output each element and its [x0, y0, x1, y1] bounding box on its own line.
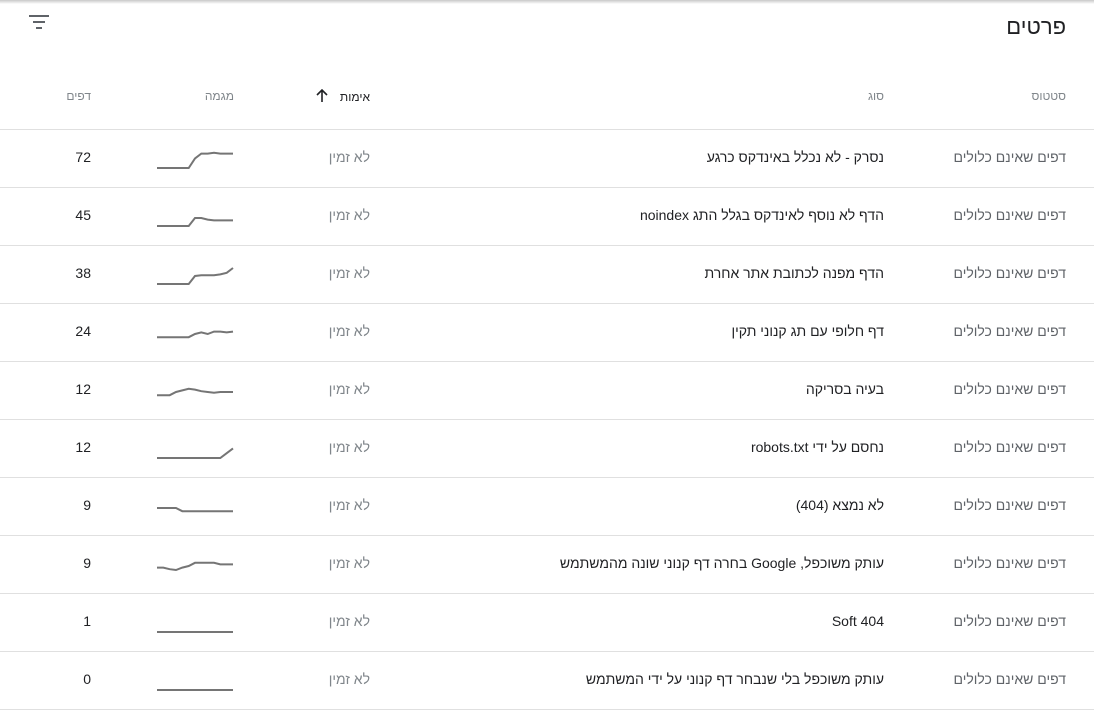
- row-type: עותק משוכפל, Google בחרה דף קנוני שונה מ…: [559, 555, 884, 571]
- arrow-up-icon: [315, 88, 329, 106]
- row-type: הדף מפנה לכתובת אתר אחרת: [704, 265, 885, 281]
- trend-sparkline: [157, 330, 234, 339]
- card-title: פרטים: [1006, 14, 1066, 39]
- row-type: לא נמצא (404): [795, 497, 884, 513]
- table-header: סטטוס סוג אימות מגמה דפים: [0, 64, 1094, 130]
- row-validation: לא זמין: [328, 555, 370, 571]
- row-status: דפים שאינם כלולים: [953, 555, 1067, 571]
- row-validation: לא זמין: [328, 265, 370, 281]
- row-pages: 24: [75, 323, 91, 339]
- trend-sparkline: [157, 689, 233, 691]
- table-row[interactable]: דפים שאינם כלולים הדף לא נוסף לאינדקס בגל…: [0, 188, 1094, 246]
- column-header-status[interactable]: סטטוס: [1031, 89, 1066, 103]
- row-pages: 38: [75, 265, 91, 281]
- table-row[interactable]: דפים שאינם כלולים הדף מפנה לכתובת אתר אחר…: [0, 246, 1094, 304]
- row-validation: לא זמין: [328, 439, 370, 455]
- trend-line: [157, 507, 233, 513]
- table-row[interactable]: דפים שאינם כלולים עותק משוכפל, Google בחר…: [0, 536, 1094, 594]
- table-body: דפים שאינם כלולים נסרק - לא נכלל באינדקס …: [0, 130, 1094, 710]
- row-status: דפים שאינם כלולים: [953, 613, 1067, 629]
- row-type: בעיה בסריקה: [805, 381, 884, 397]
- row-pages: 0: [83, 671, 91, 687]
- table-row[interactable]: דפים שאינם כלולים נחסם על ידי robots.txt ל…: [0, 420, 1094, 478]
- row-validation: לא זמין: [328, 497, 370, 513]
- row-status: דפים שאינם כלולים: [953, 265, 1067, 281]
- column-header-pages[interactable]: דפים: [66, 89, 91, 103]
- column-header-validation-label: אימות: [339, 90, 370, 104]
- row-status: דפים שאינם כלולים: [953, 439, 1067, 455]
- trend-sparkline: [157, 631, 233, 633]
- row-pages: 9: [83, 555, 91, 571]
- row-status: דפים שאינם כלולים: [953, 671, 1067, 687]
- row-status: דפים שאינם כלולים: [953, 207, 1067, 223]
- row-validation: לא זמין: [328, 613, 370, 629]
- row-type: דף חלופי עם תג קנוני תקין: [731, 323, 884, 339]
- row-status: דפים שאינם כלולים: [953, 381, 1067, 397]
- details-card: פרטים סטטוס סוג אימות מגמה דפים דפים שאי…: [0, 0, 1094, 710]
- table-row[interactable]: דפים שאינם כלולים לא נמצא (404) לא זמין 9: [0, 478, 1094, 536]
- trend-line: [157, 447, 234, 459]
- trend-sparkline: [157, 447, 234, 459]
- row-pages: 45: [75, 207, 91, 223]
- row-type: עותק משוכפל בלי שנבחר דף קנוני על ידי המ…: [585, 671, 884, 687]
- row-type: נסרק - לא נכלל באינדקס כרגע: [706, 149, 884, 165]
- filter-button[interactable]: [26, 10, 54, 34]
- trend-line: [157, 151, 233, 169]
- trend-line: [157, 330, 234, 339]
- row-status: דפים שאינם כלולים: [953, 323, 1067, 339]
- row-status: דפים שאינם כלולים: [953, 149, 1067, 165]
- trend-sparkline: [157, 561, 233, 572]
- row-pages: 9: [83, 497, 91, 513]
- row-pages: 12: [75, 381, 91, 397]
- column-header-validation[interactable]: אימות: [315, 88, 370, 106]
- trend-sparkline: [157, 267, 234, 285]
- column-header-trend[interactable]: מגמה: [205, 89, 234, 103]
- row-pages: 12: [75, 439, 91, 455]
- row-type: נחסם על ידי robots.txt: [750, 439, 884, 455]
- trend-sparkline: [157, 387, 233, 397]
- row-validation: לא זמין: [328, 323, 370, 339]
- row-validation: לא זמין: [328, 381, 370, 397]
- trend-line: [157, 267, 234, 285]
- row-pages: 72: [75, 149, 91, 165]
- row-validation: לא זמין: [328, 149, 370, 165]
- row-type: הדף לא נוסף לאינדקס בגלל התג noindex: [639, 207, 884, 223]
- row-status: דפים שאינם כלולים: [953, 497, 1067, 513]
- row-validation: לא זמין: [328, 671, 370, 687]
- trend-sparkline: [157, 507, 233, 513]
- trend-line: [157, 561, 233, 572]
- trend-line: [157, 387, 233, 397]
- row-type: Soft 404: [831, 613, 884, 629]
- row-validation: לא זמין: [328, 207, 370, 223]
- trend-sparkline: [157, 151, 233, 169]
- trend-sparkline: [157, 217, 233, 227]
- filter-icon: [29, 15, 49, 29]
- table-row[interactable]: דפים שאינם כלולים בעיה בסריקה לא זמין 12: [0, 362, 1094, 420]
- row-pages: 1: [83, 613, 91, 629]
- table-row[interactable]: דפים שאינם כלולים Soft 404 לא זמין 1: [0, 594, 1094, 652]
- table-row[interactable]: דפים שאינם כלולים דף חלופי עם תג קנוני תק…: [0, 304, 1094, 362]
- trend-line: [157, 217, 233, 227]
- table-row[interactable]: דפים שאינם כלולים עותק משוכפל בלי שנבחר ד…: [0, 652, 1094, 710]
- table-row[interactable]: דפים שאינם כלולים נסרק - לא נכלל באינדקס …: [0, 130, 1094, 188]
- column-header-type[interactable]: סוג: [868, 89, 884, 103]
